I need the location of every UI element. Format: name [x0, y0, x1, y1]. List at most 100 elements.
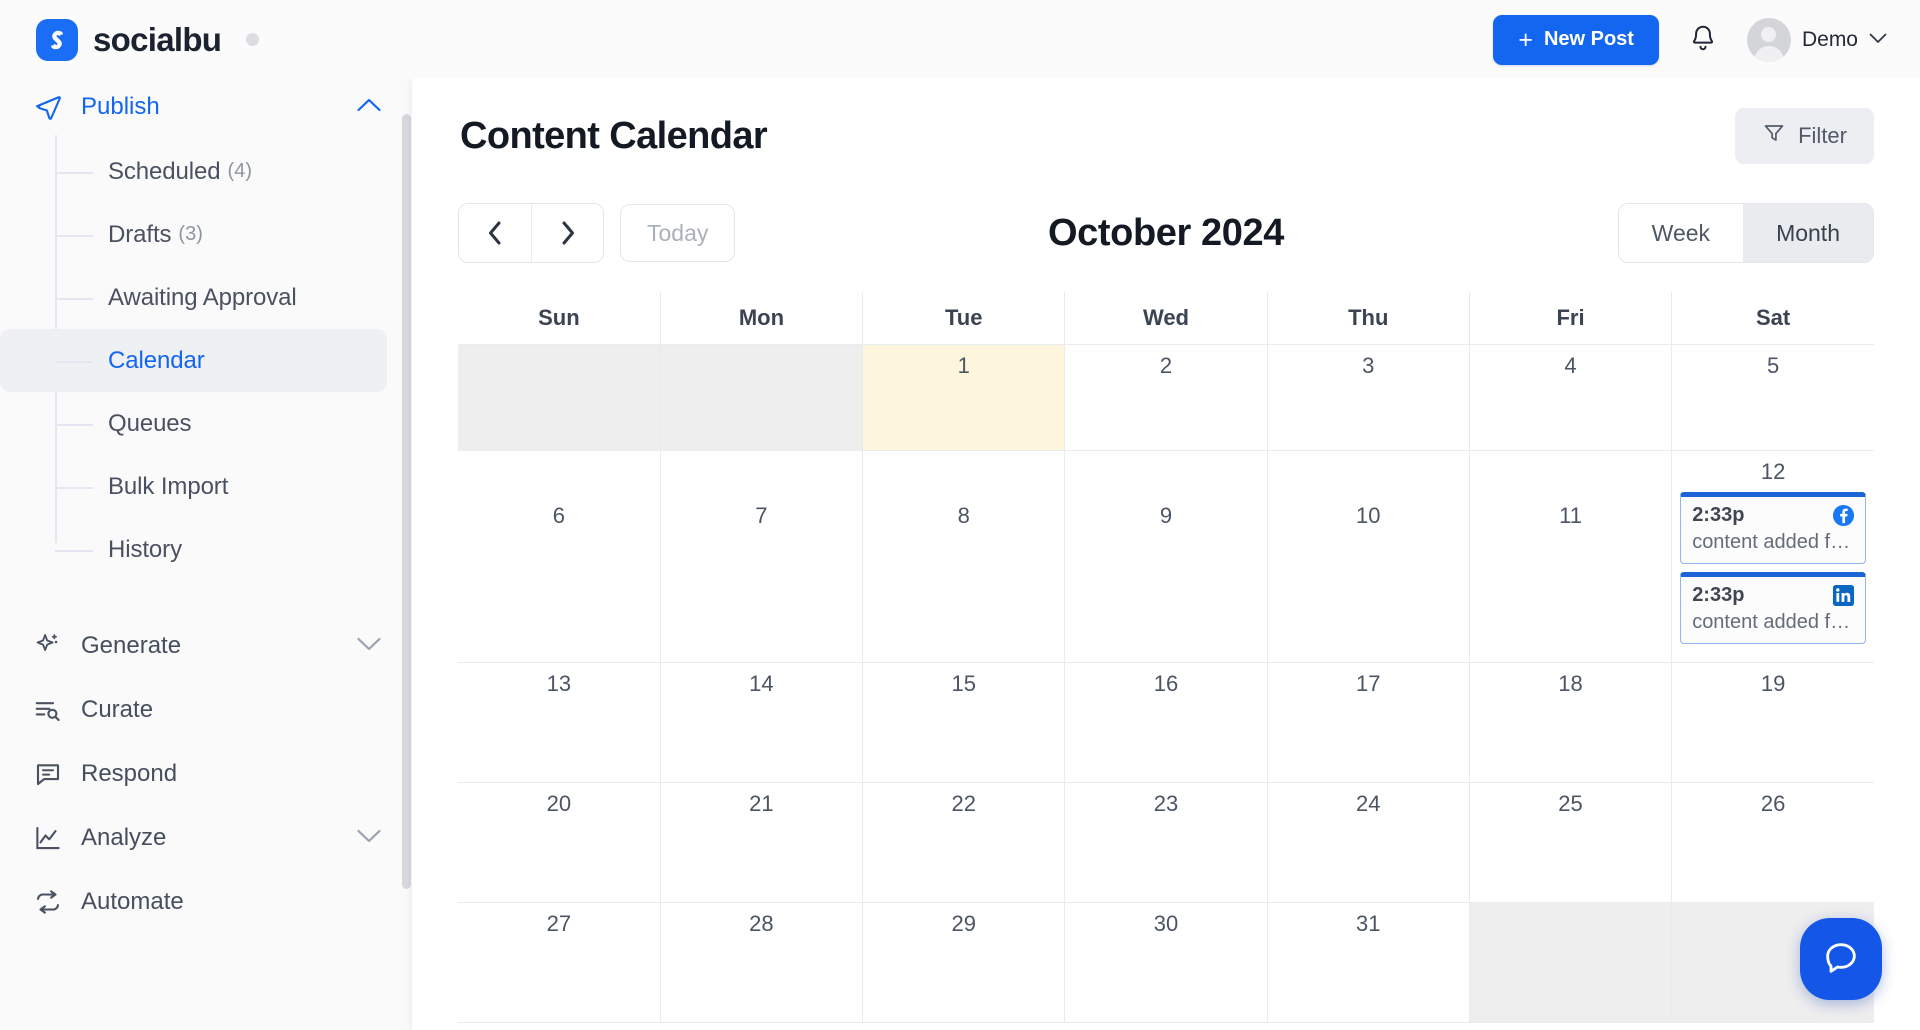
calendar-toolbar: Today October 2024 Week Month: [412, 174, 1920, 270]
calendar-day-cell[interactable]: 3: [1266, 343, 1470, 451]
sparkle-icon: [33, 631, 67, 661]
socialbu-logo-icon: [36, 18, 78, 61]
sidebar-item-queues[interactable]: Queues: [0, 392, 387, 455]
day-number: 6: [552, 502, 566, 528]
weekday-header-tue: Tue: [862, 292, 1066, 345]
calendar-day-cell[interactable]: 7: [659, 449, 864, 663]
app-root: socialbu + New Post Demo Publish Schedul…: [0, 0, 1920, 1030]
today-button[interactable]: Today: [620, 204, 736, 262]
sidebar-item-generate[interactable]: Generate: [0, 614, 412, 678]
view-week-button[interactable]: Week: [1618, 204, 1744, 262]
filter-icon: [1762, 121, 1786, 151]
calendar-day-cell[interactable]: 26: [1671, 781, 1874, 903]
calendar-day-cell[interactable]: 16: [1064, 661, 1268, 783]
calendar-day-cell[interactable]: 27: [458, 901, 661, 1023]
tree-elbow: [55, 486, 93, 489]
calendar-day-cell[interactable]: 13: [458, 661, 661, 783]
chat-support-button[interactable]: [1800, 918, 1882, 1000]
sidebar-item-calendar[interactable]: Calendar: [0, 329, 387, 392]
day-number: 3: [1362, 352, 1375, 378]
calendar-day-cell[interactable]: 17: [1266, 661, 1470, 783]
weekday-header-sun: Sun: [458, 292, 661, 345]
calendar-grid-wrapper: Sun Mon Tue Wed Thu Fri Sat 1 2 3 4 5 6 …: [412, 270, 1920, 1023]
sidebar-item-label: Calendar: [108, 346, 205, 374]
chevron-up-icon: [356, 97, 382, 118]
calendar-day-cell[interactable]: 29: [862, 901, 1066, 1023]
sidebar-section-publish[interactable]: Publish: [0, 79, 412, 135]
new-post-button[interactable]: + New Post: [1493, 14, 1659, 65]
calendar-day-cell[interactable]: 2: [1064, 343, 1268, 451]
day-number: 25: [1558, 790, 1583, 816]
calendar-day-cell[interactable]: 30: [1064, 901, 1268, 1023]
curate-icon: [33, 695, 67, 725]
sidebar-item-awaiting-approval[interactable]: Awaiting Approval: [0, 266, 387, 329]
calendar-event-card[interactable]: 2:33p content added f…: [1680, 491, 1866, 564]
tree-elbow: [55, 549, 93, 552]
calendar-day-cell[interactable]: 6: [458, 449, 661, 663]
calendar-week-row: 1 2 3 4 5: [458, 343, 1874, 451]
calendar-weekday-header-row: Sun Mon Tue Wed Thu Fri Sat: [458, 292, 1874, 345]
event-text: content added f…: [1692, 610, 1851, 633]
sidebar-item-scheduled[interactable]: Scheduled (4): [0, 140, 387, 203]
day-number: 23: [1153, 790, 1179, 816]
event-header-row: 2:33p: [1692, 504, 1855, 528]
page-title: Content Calendar: [460, 114, 768, 157]
sidebar-item-label: Queues: [108, 409, 192, 437]
weekday-header-sat: Sat: [1671, 292, 1874, 345]
weekday-header-thu: Thu: [1266, 292, 1470, 345]
sidebar-item-drafts[interactable]: Drafts (3): [0, 203, 387, 266]
tree-elbow: [55, 297, 93, 300]
calendar-event-card[interactable]: 2:33p content added f…: [1680, 571, 1866, 644]
calendar-day-cell[interactable]: 19: [1671, 661, 1874, 783]
sidebar-item-respond[interactable]: Respond: [0, 742, 412, 806]
sidebar-item-curate[interactable]: Curate: [0, 678, 412, 742]
day-number: 30: [1153, 910, 1179, 936]
calendar-day-cell-blank: [1468, 901, 1673, 1023]
calendar-view-toggle: Week Month: [1617, 203, 1874, 263]
calendar-day-cell[interactable]: 21: [659, 781, 864, 903]
calendar-day-cell[interactable]: 8: [862, 449, 1066, 663]
brand-logo[interactable]: socialbu: [0, 18, 260, 61]
chat-bubble-icon: [1821, 938, 1861, 981]
day-number: 21: [749, 790, 774, 816]
calendar-day-cell[interactable]: 4: [1468, 343, 1673, 451]
sidebar-item-history[interactable]: History: [0, 518, 387, 581]
prev-month-button[interactable]: [459, 204, 531, 262]
calendar-day-cell[interactable]: 23: [1064, 781, 1268, 903]
calendar-day-cell-with-events[interactable]: 12 2:33p content added f… 2:33p content …: [1671, 449, 1874, 663]
calendar-day-cell-blank: [458, 343, 661, 451]
event-time: 2:33p: [1692, 504, 1745, 527]
new-post-label: New Post: [1543, 28, 1634, 50]
calendar-day-cell[interactable]: 25: [1468, 781, 1673, 903]
sidebar: Publish Scheduled (4) Drafts (3) Awaitin…: [0, 79, 412, 1030]
sidebar-item-label: Respond: [81, 760, 178, 787]
notifications-button[interactable]: [1681, 18, 1725, 62]
calendar-day-cell[interactable]: 20: [458, 781, 661, 903]
user-menu[interactable]: Demo: [1746, 17, 1887, 62]
calendar-day-cell[interactable]: 5: [1671, 343, 1874, 451]
weekday-header-fri: Fri: [1468, 292, 1673, 345]
calendar-day-cell[interactable]: 22: [862, 781, 1066, 903]
sidebar-item-label: Curate: [81, 696, 154, 723]
view-month-button[interactable]: Month: [1743, 204, 1873, 262]
sidebar-item-automate[interactable]: Automate: [0, 870, 412, 934]
calendar-day-cell[interactable]: 31: [1266, 901, 1470, 1023]
sidebar-item-analyze[interactable]: Analyze: [0, 806, 412, 870]
sidebar-item-bulk-import[interactable]: Bulk Import: [0, 455, 387, 518]
calendar-day-cell[interactable]: 9: [1064, 449, 1268, 663]
calendar-day-cell[interactable]: 28: [659, 901, 864, 1023]
next-month-button[interactable]: [531, 204, 603, 262]
filter-button[interactable]: Filter: [1735, 108, 1874, 164]
calendar-day-cell[interactable]: 24: [1266, 781, 1470, 903]
calendar-day-cell[interactable]: 10: [1266, 449, 1470, 663]
day-number: 16: [1153, 670, 1179, 696]
calendar-day-cell-today[interactable]: 1: [862, 343, 1066, 451]
calendar-day-cell[interactable]: 15: [862, 661, 1066, 783]
day-number: 22: [951, 790, 976, 816]
calendar-day-cell[interactable]: 14: [659, 661, 864, 783]
calendar-day-cell[interactable]: 11: [1468, 449, 1673, 663]
calendar-day-cell-blank: [659, 343, 864, 451]
day-number: 17: [1356, 670, 1381, 696]
calendar-day-cell[interactable]: 18: [1468, 661, 1673, 783]
chevron-down-icon: [1869, 31, 1887, 49]
